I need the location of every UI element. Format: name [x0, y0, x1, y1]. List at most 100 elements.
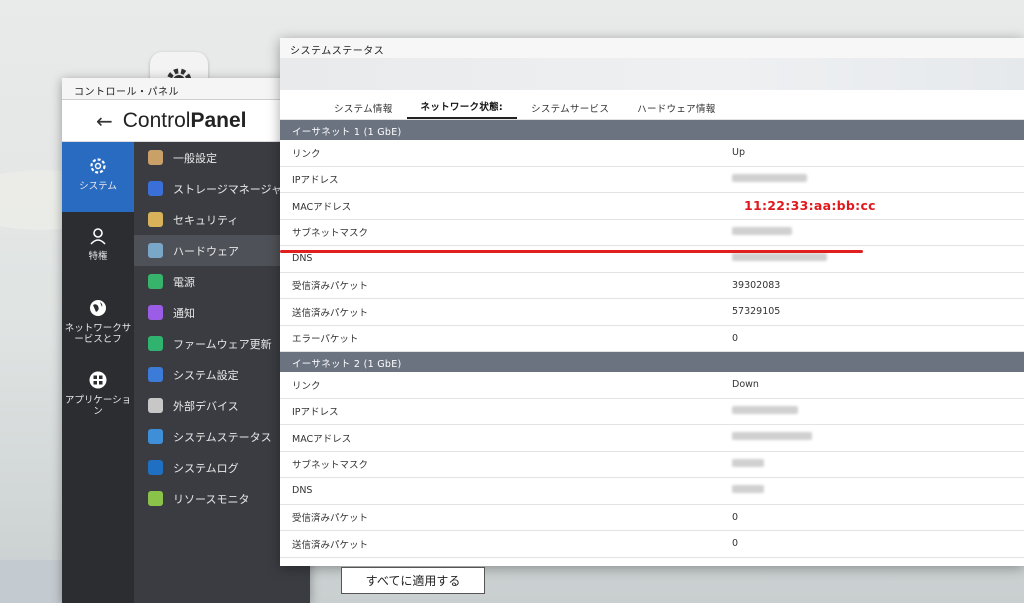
category-label: システム	[79, 181, 117, 192]
row-value	[732, 405, 1024, 417]
system-status-banner	[280, 58, 1024, 90]
status-tab[interactable]: ハードウェア情報	[623, 101, 729, 119]
section-header: イーサネット 2 (1 GbE)	[280, 352, 1024, 372]
database-icon	[148, 181, 163, 196]
external-device-icon	[148, 398, 163, 413]
apply-all-button[interactable]: すべてに適用する	[341, 567, 485, 594]
table-row: サブネットマスク	[280, 220, 1024, 246]
row-label: MACアドレス	[292, 433, 352, 445]
table-row: リンク Up	[280, 140, 1024, 167]
row-label: リンク	[292, 380, 321, 392]
row-label: リンク	[292, 148, 321, 160]
table-row: MACアドレス	[280, 425, 1024, 452]
table-row: エラーパケット 0	[280, 326, 1024, 352]
row-value: 0	[732, 511, 739, 523]
power-icon	[148, 274, 163, 289]
row-label: サブネットマスク	[292, 460, 369, 472]
settings-item-label: セキュリティ	[173, 213, 239, 227]
redacted-value	[732, 226, 792, 235]
status-tab[interactable]: システム情報	[320, 101, 407, 119]
table-row: 受信済みパケット 0	[280, 505, 1024, 531]
row-label: IPアドレス	[292, 407, 339, 419]
settings-item-label: ハードウェア	[173, 244, 239, 258]
control-panel-titlebar[interactable]: コントロール・パネル	[62, 78, 310, 100]
row-value: 11:22:33:aa:bb:cc	[744, 198, 876, 214]
firmware-update-icon	[148, 336, 163, 351]
table-row: リンク Down	[280, 372, 1024, 399]
row-label: DNS	[292, 253, 313, 265]
system-status-tabs: システム情報 ネットワーク状態: システムサービス ハードウェア情報	[280, 98, 1024, 120]
settings-item-label: リソースモニタ	[173, 492, 250, 506]
row-value: Down	[732, 379, 759, 391]
system-status-titlebar[interactable]: システムステータス	[280, 38, 1024, 58]
row-value	[732, 253, 1024, 264]
control-panel-window: コントロール・パネル ← ControlPanel システム 特権 ネットワーク…	[62, 78, 310, 603]
table-row: 送信済みパケット 0	[280, 531, 1024, 558]
table-row: サブネットマスク	[280, 452, 1024, 478]
table-row: 受信済みパケット 39302083	[280, 273, 1024, 299]
settings-item-label: ストレージマネージャ	[173, 182, 283, 196]
table-row: 送信済みパケット 57329105	[280, 299, 1024, 326]
control-panel-brand: ControlPanel	[122, 108, 247, 132]
category-sidebar: システム 特権 ネットワークサービスとフ アプリケーション	[62, 142, 134, 603]
status-tab[interactable]: システムサービス	[517, 101, 623, 119]
apps-icon	[89, 371, 107, 389]
settings-item-label: ファームウェア更新	[173, 337, 272, 351]
row-label: 送信済みパケット	[292, 307, 369, 319]
redacted-value	[732, 485, 764, 494]
redacted-value	[732, 405, 798, 414]
clipboard-icon	[148, 150, 163, 165]
table-row: IPアドレス	[280, 399, 1024, 425]
row-value: 57329105	[732, 306, 781, 318]
settings-item-label: システム設定	[173, 368, 239, 382]
log-icon	[148, 460, 163, 475]
hardware-icon	[148, 243, 163, 258]
settings-item-label: 電源	[173, 275, 195, 289]
row-value	[732, 226, 1024, 238]
category-network-services[interactable]: ネットワークサービスとフ	[62, 284, 134, 356]
table-row: IPアドレス	[280, 167, 1024, 193]
category-applications[interactable]: アプリケーション	[62, 356, 134, 428]
notification-icon	[148, 305, 163, 320]
category-label: アプリケーション	[64, 395, 132, 417]
section-header: イーサネット 1 (1 GbE)	[280, 120, 1024, 140]
row-label: DNS	[292, 485, 313, 497]
redacted-value	[732, 432, 812, 441]
row-label: サブネットマスク	[292, 228, 369, 240]
settings-item-label: システムログ	[173, 461, 239, 475]
category-system[interactable]: システム	[62, 142, 134, 212]
system-status-window: システムステータス システム情報 ネットワーク状態: システムサービス ハードウェア情…	[280, 38, 1024, 566]
network-status-table: イーサネット 1 (1 GbE) リンク Up IPアドレス MACアドレス 11:22:…	[280, 120, 1024, 558]
row-value: 0	[732, 538, 739, 550]
status-tab[interactable]: ネットワーク状態:	[406, 99, 518, 119]
category-label: 特権	[88, 251, 108, 262]
redacted-value	[732, 253, 827, 262]
gear-icon	[90, 158, 106, 174]
row-label: 受信済みパケット	[292, 513, 369, 525]
settings-item-label: 通知	[173, 306, 195, 320]
table-row: MACアドレス 11:22:33:aa:bb:cc	[280, 193, 1024, 220]
category-privilege[interactable]: 特権	[62, 212, 134, 284]
row-value: 39302083	[732, 279, 781, 291]
monitor-icon	[148, 429, 163, 444]
row-value: Up	[732, 147, 745, 159]
settings-item-label: 一般設定	[173, 151, 217, 165]
row-value	[732, 432, 1024, 443]
redacted-value	[732, 458, 764, 467]
category-label: ネットワークサービスとフ	[64, 323, 132, 345]
row-value	[732, 458, 1024, 470]
row-value	[732, 485, 1024, 496]
row-value	[732, 173, 1024, 185]
user-icon	[90, 228, 106, 245]
redacted-value	[732, 173, 807, 182]
settings-item-label: システムステータス	[173, 430, 272, 444]
row-label: MACアドレス	[292, 201, 352, 213]
row-label: エラーパケット	[292, 334, 359, 346]
row-label: 受信済みパケット	[292, 281, 369, 293]
lock-icon	[148, 212, 163, 227]
row-value: 0	[732, 332, 739, 344]
back-arrow-icon[interactable]: ←	[96, 109, 113, 133]
desktop-background-strip	[0, 560, 62, 603]
row-label: IPアドレス	[292, 175, 339, 187]
system-settings-icon	[148, 367, 163, 382]
